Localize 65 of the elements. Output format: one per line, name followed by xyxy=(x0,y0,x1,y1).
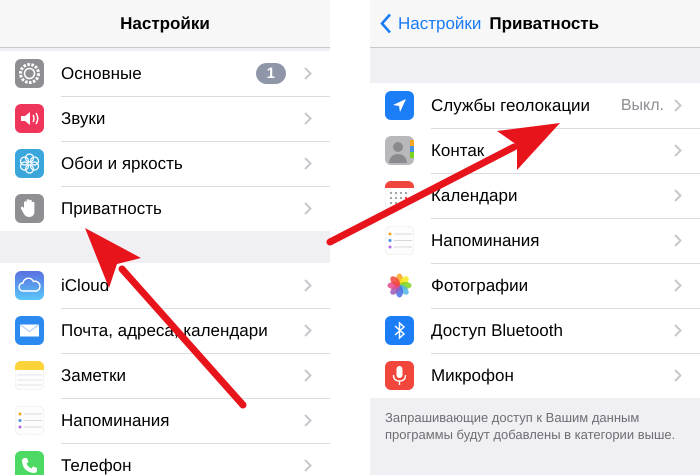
chevron-icon xyxy=(674,324,682,337)
back-chevron-icon xyxy=(380,13,392,34)
chevron-icon xyxy=(674,144,682,157)
checklist-icon xyxy=(385,226,414,255)
settings-row[interactable]: Контак xyxy=(370,128,700,173)
chevron-icon xyxy=(304,67,312,80)
settings-row[interactable]: Напоминания xyxy=(370,218,700,263)
row-label: Доступ Bluetooth xyxy=(431,320,564,340)
settings-row[interactable]: Основные 1 xyxy=(0,51,330,96)
row-label: iCloud xyxy=(61,276,110,296)
settings-row[interactable]: Звуки xyxy=(0,96,330,141)
settings-row[interactable]: Заметки xyxy=(0,353,330,398)
checklist-icon xyxy=(15,406,44,435)
settings-row[interactable]: Фотографии xyxy=(370,263,700,308)
chevron-icon xyxy=(674,369,682,382)
row-label: Приватность xyxy=(61,198,163,218)
chevron-icon xyxy=(674,189,682,202)
gear-icon xyxy=(15,59,44,88)
row-label: Телефон xyxy=(61,456,133,475)
row-label: Звуки xyxy=(61,108,106,128)
screen-title: Настройки xyxy=(120,14,210,34)
row-value: Выкл. xyxy=(620,96,664,114)
screen-title: Приватность xyxy=(489,14,600,34)
chevron-icon xyxy=(304,459,312,472)
flower-icon xyxy=(15,149,44,178)
footer-note: Запрашивающие доступ к Вашим данным программы будут добавлены в категории выше. xyxy=(384,409,676,444)
chevron-icon xyxy=(304,112,312,125)
back-button[interactable]: Настройки xyxy=(380,13,482,34)
row-label: Основные xyxy=(61,64,143,84)
settings-row[interactable]: Микрофон xyxy=(370,353,700,398)
notepad-icon xyxy=(15,361,44,390)
bluetooth-icon xyxy=(385,316,414,345)
chevron-icon xyxy=(674,279,682,292)
row-label: Контак xyxy=(431,140,486,160)
chevron-icon xyxy=(304,369,312,382)
microphone-icon xyxy=(385,361,414,390)
chevron-icon xyxy=(674,99,682,112)
row-label: Календари xyxy=(431,186,518,206)
speaker-icon xyxy=(15,104,44,133)
chevron-icon xyxy=(304,324,312,337)
settings-row[interactable]: Обои и яркость xyxy=(0,141,330,186)
petals-icon xyxy=(385,271,414,300)
chevron-icon xyxy=(304,157,312,170)
count-badge: 1 xyxy=(256,63,286,84)
row-label: Фотографии xyxy=(431,276,530,296)
settings-row[interactable]: Доступ Bluetooth xyxy=(370,308,700,353)
settings-row[interactable]: Телефон xyxy=(0,443,330,475)
row-label: Напоминания xyxy=(61,410,171,430)
settings-row[interactable]: Службы геолокации Выкл. xyxy=(370,83,700,128)
envelope-icon xyxy=(15,316,44,345)
person-icon xyxy=(385,136,414,165)
hand-icon xyxy=(15,194,44,223)
chevron-icon xyxy=(674,234,682,247)
settings-row[interactable]: Календари xyxy=(370,173,700,218)
row-label: Напоминания xyxy=(431,230,541,250)
row-label: Обои и яркость xyxy=(61,154,184,174)
cloud-icon xyxy=(15,271,44,300)
chevron-icon xyxy=(304,279,312,292)
row-label: Заметки xyxy=(61,366,128,386)
row-label: Микрофон xyxy=(431,366,515,386)
chevron-icon xyxy=(304,414,312,427)
settings-row[interactable]: Приватность xyxy=(0,186,330,231)
chevron-icon xyxy=(304,202,312,215)
row-label: Службы геолокации xyxy=(431,96,592,116)
settings-row[interactable]: Напоминания xyxy=(0,398,330,443)
